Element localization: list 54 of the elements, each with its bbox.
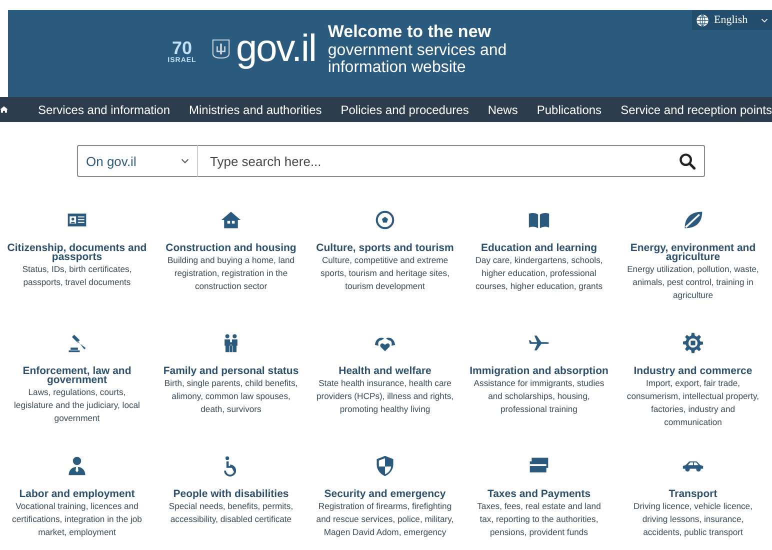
category-link[interactable]: Enforcement, law and government bbox=[0, 367, 154, 385]
globe-icon bbox=[696, 14, 709, 26]
category-link[interactable]: Industry and commerce bbox=[632, 367, 754, 376]
category-description: Import, export, fair trade, consumerism, intellectual property, factories, industry and communication bbox=[626, 377, 760, 429]
category-link[interactable]: Citizenship, documents and passports bbox=[0, 244, 154, 262]
category-description: Assistance for immigrants, studies and scholarships, housing, professional training bbox=[472, 377, 606, 416]
category-description: Laws, regulations, courts, legislature and the judiciary, local government bbox=[13, 386, 141, 425]
category-description: State health insurance, health care providers (HCPs), illness and rights, promoting healthy living bbox=[316, 377, 454, 416]
house-icon[interactable] bbox=[220, 209, 242, 231]
category-link[interactable]: Energy, environment and agriculture bbox=[616, 244, 770, 262]
category-description: Culture, competitive and extreme sports, tourism and heritage sites, tourism development bbox=[320, 254, 450, 293]
category-description: Status, IDs, birth certificates, passports, travel documents bbox=[21, 263, 133, 289]
shield-icon[interactable] bbox=[374, 455, 396, 477]
category-description: Taxes, fees, real estate and land tax, reporting to the authorities, pensions, provident funds bbox=[476, 500, 602, 539]
category-description: Birth, single parents, child benefits, alimony, common law spouses, death, survivors bbox=[163, 377, 299, 416]
category-description: Driving licence, vehicle licence, driving lessons, insurance, accidents, public transport bbox=[632, 500, 754, 539]
nav-link[interactable]: Ministries and authorities bbox=[189, 102, 322, 116]
category-link[interactable]: Construction and housing bbox=[164, 244, 298, 253]
category-description: Special needs, benefits, permits, accessibility, disabled certificate bbox=[168, 500, 294, 526]
emblem-icon bbox=[212, 39, 230, 59]
language-selector[interactable]: English bbox=[692, 10, 772, 30]
category-description: Vocational training, licences and certifications, integration in the job market, employment bbox=[11, 500, 143, 539]
category-description: Building and buying a home, land registration, registration in the construction sector bbox=[166, 254, 296, 293]
welcome-subheading: government services and information website bbox=[328, 42, 508, 76]
nav-link[interactable]: Policies and procedures bbox=[340, 102, 469, 116]
person-icon[interactable] bbox=[66, 455, 88, 477]
nav-link[interactable]: Services and information bbox=[38, 102, 170, 116]
category-link[interactable]: Immigration and absorption bbox=[468, 367, 610, 376]
category-link[interactable]: Health and welfare bbox=[336, 367, 434, 376]
category-description: Registration of firearms, firefighting and rescue services, police, military, Magen David Adom, emergency bbox=[316, 500, 454, 539]
nav-link[interactable]: Publications bbox=[536, 102, 602, 116]
category-link[interactable]: Culture, sports and tourism bbox=[314, 244, 456, 253]
search-field[interactable]: Type search here... bbox=[197, 145, 705, 177]
category-link[interactable]: Transport bbox=[666, 490, 720, 499]
search-scope-dropdown[interactable]: On gov.il bbox=[77, 145, 197, 177]
caret-icon bbox=[761, 18, 768, 22]
category-link[interactable]: Family and personal status bbox=[161, 367, 301, 376]
search-icon[interactable] bbox=[679, 152, 696, 170]
nav-link[interactable]: Service and reception points bbox=[620, 102, 772, 116]
home-icon[interactable] bbox=[0, 104, 8, 115]
category-link[interactable]: Education and learning bbox=[478, 244, 600, 253]
category-link[interactable]: Taxes and Payments bbox=[485, 490, 593, 499]
caret-icon bbox=[181, 158, 189, 164]
category-description: Energy utilization, pollution, waste, animals, pest control, training in agriculture bbox=[626, 263, 760, 302]
category-link[interactable]: Labor and employment bbox=[17, 490, 137, 499]
category-description: Day care, kindergartens, schools, higher education, professional courses, higher education, grants bbox=[474, 254, 604, 293]
nav-link[interactable]: News bbox=[488, 102, 518, 116]
leaf-icon[interactable] bbox=[682, 209, 704, 231]
category-link[interactable]: Security and emergency bbox=[322, 490, 448, 499]
gear-icon[interactable] bbox=[682, 332, 704, 354]
gavel-icon[interactable] bbox=[66, 332, 88, 354]
category-link[interactable]: People with disabilities bbox=[171, 490, 291, 499]
welcome-heading: Welcome to the new bbox=[328, 22, 492, 42]
site-logo[interactable]: gov.il bbox=[236, 29, 316, 69]
